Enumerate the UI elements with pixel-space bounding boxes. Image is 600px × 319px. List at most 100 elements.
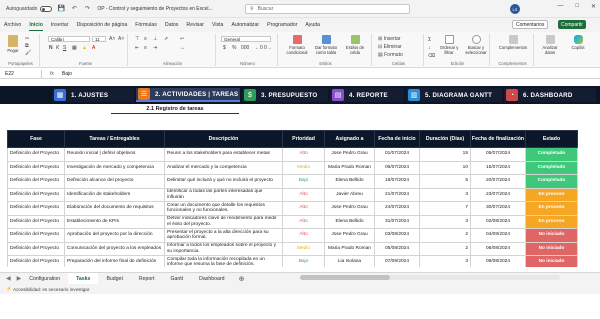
tab-ayuda[interactable]: Ayuda (305, 20, 320, 30)
cell-descripcion[interactable]: Compilar toda la información recopilada … (164, 255, 283, 267)
align-left-icon[interactable]: ⇤ (135, 45, 139, 51)
font-name-select[interactable]: Calibri (48, 36, 90, 42)
cell-tarea[interactable]: Definición alcance del proyecto (64, 174, 165, 189)
align-top-icon[interactable]: ⊤ (135, 36, 139, 42)
cell-fecha-fin[interactable]: 04/08/2024 (470, 228, 526, 243)
close-icon[interactable]: ✕ (591, 3, 596, 10)
accessibility-status[interactable]: Accesibilidad: es necesario investigar (13, 287, 89, 292)
cell-asignado[interactable]: Elena Bellido (324, 214, 375, 229)
cell-duracion[interactable]: 10 (419, 160, 471, 175)
cell-fase[interactable]: Definición del Proyecto (7, 241, 65, 256)
cell-fase[interactable]: Definición del Proyecto (7, 187, 65, 202)
comma-icon[interactable]: 000 (241, 45, 249, 51)
format-cells-button[interactable]: ▤ Formato (378, 52, 403, 58)
sheet-tab-tasks[interactable]: Tasks (68, 272, 99, 285)
cell-descripcion[interactable]: Presentar el proyecto a la alta direcció… (164, 228, 283, 243)
find-select-button[interactable]: Buscar y seleccionar (463, 35, 489, 55)
cell-fecha-inicio[interactable]: 07/08/2024 (374, 255, 420, 267)
cell-estado[interactable]: En proceso (525, 201, 578, 216)
add-sheet-icon[interactable]: ⊕ (239, 275, 245, 283)
cell-descripcion[interactable]: Definir indicadores clave de rendimiento… (164, 214, 283, 229)
increase-decimal-icon[interactable]: ←0 (255, 45, 263, 51)
analyze-data-button[interactable]: Analizar datos (538, 35, 562, 55)
cell-styles-button[interactable]: Estilos de celda (342, 35, 368, 55)
number-format-select[interactable]: General (221, 36, 271, 42)
cell-fase[interactable]: Definición del Proyecto (7, 228, 65, 243)
percent-icon[interactable]: % (232, 45, 236, 51)
clear-icon[interactable]: ⌫ (428, 53, 435, 59)
paste-button[interactable]: Pegar (5, 35, 21, 53)
cell-fecha-inicio[interactable]: 01/07/2024 (374, 147, 420, 162)
cell-fecha-fin[interactable]: 30/07/2024 (470, 201, 526, 216)
cell-tarea[interactable]: Elaboración del documento de requisitos (64, 201, 165, 216)
tab-archivo[interactable]: Archivo (4, 20, 21, 30)
comments-button[interactable]: Comentarios (512, 20, 549, 29)
align-bottom-icon[interactable]: ⊥ (153, 36, 157, 42)
cell-descripcion[interactable]: Crear un documento que detalle los requi… (164, 201, 283, 216)
name-box[interactable]: E22 (2, 69, 42, 78)
nav-gantt[interactable]: ▥ 5. DIAGRAMA GANTT (406, 88, 502, 102)
cell-descripcion[interactable]: Identificar a todas las partes interesad… (164, 187, 283, 202)
cell-fecha-inicio[interactable]: 16/07/2024 (374, 174, 420, 189)
cell-duracion[interactable]: 2 (419, 228, 471, 243)
cell-tarea[interactable]: Preparación del informe final de definic… (64, 255, 165, 267)
merge-center-icon[interactable]: ↔ (180, 45, 185, 51)
cell-asignado[interactable]: Maria Prado Roman (324, 241, 375, 256)
cell-tarea[interactable]: Reunión inicial | definir objetivos (64, 147, 165, 162)
font-size-select[interactable]: 11 (92, 36, 106, 42)
fx-icon[interactable]: fx (50, 71, 54, 77)
cell-fase[interactable]: Definición del Proyecto (7, 174, 65, 189)
header-descripcion[interactable]: Descripción (164, 130, 283, 148)
cell-fecha-fin[interactable]: 09/08/2024 (470, 255, 526, 267)
currency-icon[interactable]: $ (223, 45, 226, 51)
cell-fecha-fin[interactable]: 20/07/2024 (470, 174, 526, 189)
cell-fecha-fin[interactable]: 05/07/2024 (470, 147, 526, 162)
tab-inicio[interactable]: Inicio (29, 20, 43, 31)
cell-fecha-fin[interactable]: 23/07/2024 (470, 187, 526, 202)
cell-asignado[interactable]: Jose Pedro Grau (324, 201, 375, 216)
fill-icon[interactable]: ↓ (428, 45, 431, 51)
cell-fase[interactable]: Definición del Proyecto (7, 201, 65, 216)
cell-estado[interactable]: No iniciado (525, 241, 578, 256)
cell-prioridad[interactable]: Bajo (282, 255, 325, 267)
cell-fecha-inicio[interactable]: 21/07/2024 (374, 187, 420, 202)
cell-tarea[interactable]: Investigación de mercado y competencia (64, 160, 165, 175)
header-fase[interactable]: Fase (7, 130, 65, 148)
cell-fecha-fin[interactable]: 15/07/2024 (470, 160, 526, 175)
cell-tarea[interactable]: Comunicación del proyecto a los empleado… (64, 241, 165, 256)
cell-prioridad[interactable]: Alto (282, 228, 325, 243)
cell-fase[interactable]: Definición del Proyecto (7, 147, 65, 162)
formula-input[interactable]: Bajo (62, 71, 72, 77)
cell-duracion[interactable]: 5 (419, 174, 471, 189)
cell-asignado[interactable]: Jose Pedro Grau (324, 228, 375, 243)
cell-descripcion[interactable]: Informar a todos los empleados sobre el … (164, 241, 283, 256)
nav-presupuesto[interactable]: $ 3. PRESUPUESTO (242, 88, 328, 102)
copilot-button[interactable]: Copilot (566, 35, 590, 50)
cell-estado[interactable]: En proceso (525, 187, 578, 202)
cell-estado[interactable]: Completado (525, 147, 578, 162)
cell-duracion[interactable]: 3 (419, 255, 471, 267)
cell-fase[interactable]: Definición del Proyecto (7, 214, 65, 229)
cut-icon[interactable]: ✂ (25, 36, 29, 42)
sheet-tab-budget[interactable]: Budget (98, 273, 130, 285)
fill-color-icon[interactable]: ▲ (82, 45, 87, 51)
cell-fecha-inicio[interactable]: 31/07/2024 (374, 214, 420, 229)
format-painter-icon[interactable]: 🖌 (25, 50, 31, 56)
sheet-tab-dashboard[interactable]: Dashboard (191, 273, 232, 285)
cell-fecha-fin[interactable]: 02/08/2024 (470, 214, 526, 229)
redo-icon[interactable]: ↷ (83, 5, 91, 13)
header-estado[interactable]: Estado (525, 130, 578, 148)
grow-font-icon[interactable]: A˄ (109, 36, 115, 42)
nav-reporte[interactable]: ▤ 4. REPORTE (330, 88, 404, 102)
header-asignado[interactable]: Asignado a (324, 130, 375, 148)
cell-fecha-inicio[interactable]: 24/07/2024 (374, 201, 420, 216)
font-color-icon[interactable]: A (92, 45, 95, 51)
cell-fecha-inicio[interactable]: 06/07/2024 (374, 160, 420, 175)
cell-fecha-inicio[interactable]: 05/08/2024 (374, 241, 420, 256)
cell-descripcion[interactable]: Delimitar qué incluirá y qué no incluirá… (164, 174, 283, 189)
cell-tarea[interactable]: Identificación de stakeholders (64, 187, 165, 202)
cell-asignado[interactable]: Lia Isolana (324, 255, 375, 267)
header-prioridad[interactable]: Prioridad (282, 130, 325, 148)
horizontal-scrollbar[interactable] (300, 275, 560, 280)
nav-ajustes[interactable]: ▦ 1. AJUSTES (52, 88, 134, 102)
